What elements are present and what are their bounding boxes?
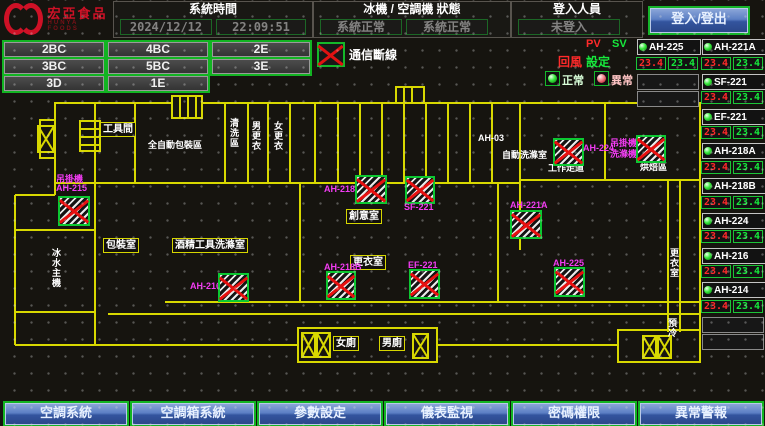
unit-values: 23.423.4 [701,196,763,209]
unit-ah-221a[interactable]: AH-221A [702,39,765,55]
normal-lamp-icon [545,71,560,86]
brand-name: 宏亞食品 [48,7,112,20]
room-label: 創意室 [346,209,382,224]
unit-values: 23.423.4 [701,265,763,278]
unit-status-lamp-icon [704,43,712,51]
floor-button-1e[interactable]: 1E [106,74,210,93]
room-label: 冰水主機 [50,248,63,288]
unit-values: 23.423.4 [701,126,763,139]
unit-ef-221[interactable]: EF-221 [702,109,765,125]
plan-unit-label: AH-221A [510,200,548,210]
unit-status-lamp-icon [704,147,712,155]
unit-values: 23.423.4 [701,161,763,174]
pv-label: PV [586,38,601,50]
plan-unit-icon-ah-218a[interactable] [355,175,387,204]
plan-unit-icon-sf-221[interactable] [405,176,435,204]
nav-ahu-system-button[interactable]: 空調箱系統 [130,401,256,426]
unit-values: 23.423.4 [701,230,763,243]
unit-status-lamp-icon [704,182,712,190]
plan-unit-icon-ah-215[interactable] [58,196,90,226]
pv-caption: 回風 [558,53,582,70]
plan-unit-icon-ah-216[interactable] [218,273,249,302]
system-time-section: 系統時間 [113,1,313,38]
login-label: 登入人員 [512,2,642,17]
plan-unit-icon-ah-218b[interactable] [326,271,356,300]
unit-values: 23.423.4 [701,91,763,104]
room-label: 酒精工具洗滌室 [172,238,248,253]
nav-parameter-set-button[interactable]: 參數設定 [257,401,383,426]
nav-meter-monitor-button[interactable]: 儀表監視 [384,401,510,426]
floor-button-3e[interactable]: 3E [210,57,312,76]
unit-ah-218b[interactable]: AH-218B [702,178,765,194]
login-section: 登入人員 [511,1,643,38]
room-label: 更衣室 [668,248,681,278]
machine-status-label: 冰機 / 空調機 狀態 [314,2,510,17]
unit-ah-214[interactable]: AH-214 [702,282,765,298]
plan-unit-label: 洗滌機 [610,147,637,160]
empty-cell [702,317,764,333]
nav-alarm-button[interactable]: 異常警報 [638,401,764,426]
room-label: 男更衣 [250,121,263,151]
unit-ah-216[interactable]: AH-216 [702,248,765,264]
system-time-label: 系統時間 [114,2,312,17]
logo-mark-icon [19,3,43,35]
comm-loss-label: 通信斷線 [349,46,397,63]
sv-caption: 設定 [586,53,610,70]
room-label: AH-03 [478,133,504,143]
unit-ah-218a[interactable]: AH-218A [702,143,765,159]
machine-status-section: 冰機 / 空調機 狀態 [313,1,511,38]
unit-status-lamp-icon [639,43,647,51]
room-label: 全自動包裝區 [148,138,202,151]
plan-unit-label: AH-215 [56,183,87,193]
unit-sf-221[interactable]: SF-221 [702,74,765,90]
plan-unit-icon-ah-224[interactable] [553,138,584,166]
room-label: 清洗區 [228,118,241,148]
plan-unit-icon-laundry[interactable] [636,135,666,163]
room-label: 預冷 [666,318,679,338]
empty-cell [637,74,699,90]
floor-button-3d[interactable]: 3D [2,74,106,93]
plan-unit-icon-ef-221[interactable] [409,269,440,299]
unit-status-lamp-icon [704,78,712,86]
room-label: 包裝室 [103,238,139,253]
unit-values: 23.423.4 [701,300,763,313]
unit-ah-224[interactable]: AH-224 [702,213,765,229]
hmi-screen: 宏亞食品 HUNYA FOODS 系統時間 2024/12/12 22:09:5… [0,0,765,426]
plan-unit-label: AH-216 [190,281,221,291]
unit-status-lamp-icon [704,113,712,121]
comm-loss-icon [317,42,345,67]
room-label: 自動洗滌室 [502,148,547,161]
plan-unit-icon-ah-221a[interactable] [510,210,542,239]
nav-ac-system-button[interactable]: 空調系統 [3,401,129,426]
unit-values: 23.423.4 [701,57,763,70]
plan-unit-label: SF-221 [404,202,434,212]
abnormal-label: 異常 [611,72,633,88]
nav-password-auth-button[interactable]: 密碼權限 [511,401,637,426]
room-label: 工具間 [100,122,136,137]
plan-unit-icon-ah-225[interactable] [554,267,585,297]
abnormal-lamp-icon [594,71,609,86]
normal-label: 正常 [562,72,584,88]
unit-status-lamp-icon [704,217,712,225]
room-label: 女廁 [333,336,359,351]
empty-cell [637,91,699,107]
unit-ah-225-values: 23.4 23.4 [636,57,698,70]
room-label: 女更衣 [272,121,285,151]
unit-ah-225[interactable]: AH-225 [637,39,701,55]
empty-cell [702,334,764,350]
unit-status-lamp-icon [704,286,712,294]
login-logout-button[interactable]: 登入/登出 [648,6,750,35]
brand-logo: 宏亞食品 HUNYA FOODS [4,2,112,36]
unit-status-lamp-icon [704,252,712,260]
brand-name-en: HUNYA FOODS [48,20,112,32]
sv-label: SV [612,38,627,50]
room-label: 男廁 [379,336,405,351]
